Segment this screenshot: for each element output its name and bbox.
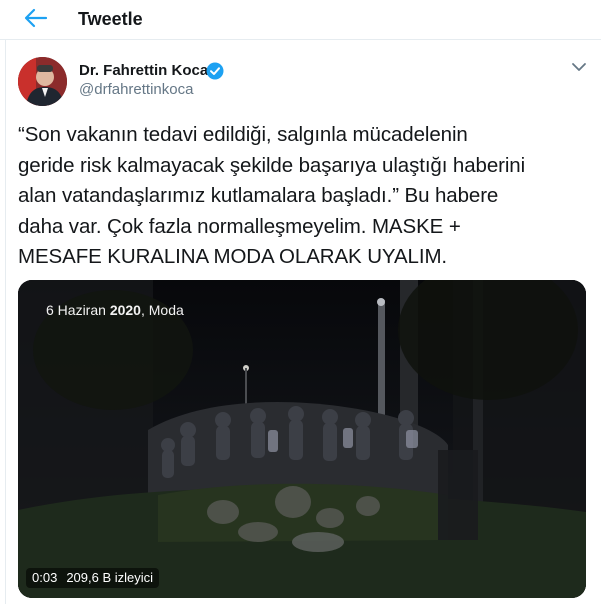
video-frame bbox=[18, 280, 586, 598]
tweet-line: geride risk kalmayacak şekilde başarıya … bbox=[18, 153, 526, 177]
tweet-line: alan vatandaşlarımız kutlamalara başladı… bbox=[18, 184, 499, 207]
top-bar: Tweetle bbox=[0, 0, 601, 40]
video-caption: 6 Haziran 2020, Moda bbox=[46, 302, 184, 318]
video-player[interactable]: 6 Haziran 2020, Moda 0:03 209,6 B izleyic… bbox=[18, 280, 586, 598]
video-stats: 0:03 209,6 B izleyici bbox=[26, 568, 160, 588]
tweet-line: MESAFE KURALINA MODA OLARAK UYALIM. bbox=[18, 245, 448, 268]
author-handle[interactable]: @drfahrettinkoca bbox=[79, 81, 193, 98]
chevron-down-icon[interactable] bbox=[570, 60, 588, 74]
tweet-line: “Son vakanın tedavi edildiği, salgınla m… bbox=[18, 123, 468, 146]
video-caption-year: 2020 bbox=[109, 302, 141, 318]
author-name[interactable]: Dr. Fahrettin Koca bbox=[79, 62, 208, 79]
tweet-line: daha var. Çok fazla normalleşmeyelim. MA… bbox=[18, 214, 461, 238]
page-title: Tweetle bbox=[78, 9, 143, 29]
arrow-left-icon[interactable] bbox=[22, 6, 48, 30]
avatar[interactable] bbox=[18, 57, 67, 106]
video-elapsed: 0:03 bbox=[32, 570, 58, 585]
tweet-text: “Son vakanın tedavi edildiği, salgınla m… bbox=[18, 120, 583, 273]
video-caption-place: , Moda bbox=[140, 302, 184, 318]
avatar-photo bbox=[18, 57, 67, 106]
video-caption-date: 6 Haziran bbox=[46, 302, 110, 318]
video-views: 209,6 B izleyici bbox=[66, 570, 154, 585]
verified-badge-icon bbox=[206, 62, 224, 80]
